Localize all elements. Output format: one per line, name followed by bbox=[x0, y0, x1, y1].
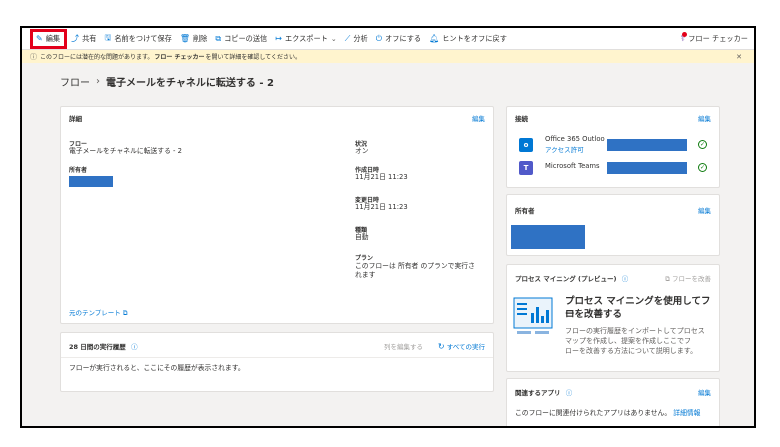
flow-checker-button[interactable]: ⚕ フロー チェッカー bbox=[680, 28, 748, 50]
analytics-button[interactable]: ⟋ 分析 bbox=[341, 28, 372, 50]
related-apps-text: このフローに関連付けられたアプリはありません。 詳細情報 bbox=[515, 409, 701, 417]
export-button[interactable]: ↦ エクスポート ⌄ bbox=[271, 28, 341, 50]
process-mining-illustration bbox=[513, 297, 553, 334]
check-icon: ✓ bbox=[698, 163, 707, 172]
modified-value: 11月21日 11:23 bbox=[355, 203, 408, 211]
process-mining-card: プロセス マイニング (プレビュー) ⓘ ⧉ フローを改善 プロセス マイニング… bbox=[506, 264, 720, 372]
external-link-icon: ⧉ bbox=[122, 309, 128, 317]
teams-icon: T bbox=[519, 161, 533, 175]
power-icon: ⏻ bbox=[375, 33, 383, 43]
owners-card: 所有者 編集 bbox=[506, 194, 720, 256]
divider bbox=[61, 357, 493, 358]
history-empty-text: フローが実行されると、ここにその履歴が表示されます。 bbox=[69, 364, 245, 372]
refresh-icon: ↻ bbox=[437, 342, 445, 351]
created-value: 11月21日 11:23 bbox=[355, 173, 408, 181]
owner-label: 所有者 bbox=[69, 167, 88, 174]
hints-off-button[interactable]: 🔔︎ ヒントをオフに戻す bbox=[425, 28, 511, 50]
delete-button[interactable]: 🗑 削除 bbox=[176, 28, 212, 50]
connection-name-outlook: Office 365 Outloo bbox=[545, 135, 605, 143]
improve-flow-button[interactable]: ⧉ フローを改善 bbox=[665, 273, 711, 284]
chart-icon: ⟋ bbox=[344, 33, 351, 43]
plan-label: プラン bbox=[355, 255, 374, 262]
share-button[interactable]: ⤴ 共有 bbox=[67, 28, 100, 50]
share-icon: ⤴ bbox=[71, 34, 80, 43]
details-title: 詳細 bbox=[69, 115, 82, 123]
turn-off-button[interactable]: ⏻ オフにする bbox=[372, 28, 425, 50]
save-as-icon: 🖫 bbox=[104, 32, 112, 42]
copy-icon: ⧉ bbox=[215, 33, 222, 43]
breadcrumb: フロー › 電子メールをチャネルに転送する - 2 bbox=[60, 74, 274, 89]
status-value: オン bbox=[355, 147, 369, 155]
check-icon: ✓ bbox=[698, 140, 707, 149]
trash-icon: 🗑 bbox=[179, 34, 190, 43]
owner-redacted bbox=[69, 176, 113, 187]
connection-account-redacted-2 bbox=[607, 162, 687, 174]
info-icon[interactable]: ⓘ bbox=[622, 275, 629, 283]
external-link-icon: ⧉ bbox=[665, 275, 670, 283]
chevron-right-icon: › bbox=[96, 76, 100, 87]
breadcrumb-root[interactable]: フロー bbox=[60, 74, 90, 89]
flow-value: 電子メールをチャネルに転送する - 2 bbox=[69, 147, 182, 155]
stethoscope-icon: ⚕ bbox=[680, 32, 688, 44]
plan-value-line2: れます bbox=[355, 271, 376, 279]
send-copy-button[interactable]: ⧉ コピーの送信 bbox=[211, 28, 271, 50]
related-apps-edit-link[interactable]: 編集 bbox=[698, 387, 711, 397]
export-icon: ↦ bbox=[275, 34, 282, 43]
history-title: 28 日間の実行履歴 ⓘ bbox=[69, 343, 138, 351]
type-value: 自動 bbox=[355, 233, 369, 241]
learn-more-link[interactable]: 詳細情報 bbox=[673, 409, 700, 417]
plan-value-line1: このフローは 所有者 のプランで実行さ bbox=[355, 262, 475, 270]
info-icon[interactable]: ⓘ bbox=[131, 343, 138, 351]
run-history-card: 28 日間の実行履歴 ⓘ 列を編集する ↻ すべての実行 フローが実行されると、… bbox=[60, 332, 494, 392]
details-card: 詳細 編集 フロー 電子メールをチャネルに転送する - 2 所有者 状況 オン … bbox=[60, 106, 494, 324]
close-icon[interactable]: ✕ bbox=[736, 53, 742, 61]
process-mining-heading-line2: ーを改善する bbox=[565, 309, 623, 320]
all-runs-button[interactable]: ↻ すべての実行 bbox=[438, 341, 485, 351]
edit-columns-button[interactable]: 列を編集する bbox=[384, 341, 423, 351]
save-as-button[interactable]: 🖫 名前をつけて保存 bbox=[100, 28, 175, 50]
connections-title: 接続 bbox=[515, 115, 528, 123]
owners-edit-link[interactable]: 編集 bbox=[698, 205, 711, 215]
alert-dot bbox=[682, 32, 688, 37]
related-apps-card: 関連するアプリ ⓘ 編集 このフローに関連付けられたアプリはありません。 詳細情… bbox=[506, 378, 720, 426]
info-icon: ⓘ bbox=[30, 52, 37, 61]
connections-edit-link[interactable]: 編集 bbox=[698, 113, 711, 123]
connection-account-redacted bbox=[607, 139, 687, 151]
details-edit-link[interactable]: 編集 bbox=[472, 113, 485, 123]
process-mining-desc-line3: ローを改善する方法について説明します。 bbox=[565, 347, 698, 355]
info-icon[interactable]: ⓘ bbox=[566, 389, 573, 397]
connections-card: 接続 編集 o Office 365 Outloo アクセス許可 ✓ T Mic… bbox=[506, 106, 720, 188]
owners-title: 所有者 bbox=[515, 207, 535, 215]
process-mining-title: プロセス マイニング (プレビュー) ⓘ bbox=[515, 275, 629, 283]
outlook-icon: o bbox=[519, 138, 533, 152]
pencil-icon: ✎ bbox=[36, 34, 43, 43]
connection-permission-link[interactable]: アクセス許可 bbox=[545, 144, 584, 154]
process-mining-desc-line1: フローの実行履歴をインポートしてプロセス bbox=[565, 327, 705, 335]
edit-button[interactable]: ✎ 編集 bbox=[30, 28, 68, 49]
command-bar: ✎ 編集 ⤴ 共有 🖫 名前をつけて保存 🗑 削除 ⧉ コピーの送信 ↦ エクス… bbox=[22, 28, 754, 50]
page-title: 電子メールをチャネルに転送する - 2 bbox=[106, 78, 274, 89]
warning-message-bar: ⓘ このフローには潜在的な問題があります。 フロー チェッカー を開いて詳細を確… bbox=[22, 50, 754, 63]
process-mining-desc-line2: マップを作成し、提案を作成しここでフ bbox=[565, 337, 691, 345]
app-frame: ✎ 編集 ⤴ 共有 🖫 名前をつけて保存 🗑 削除 ⧉ コピーの送信 ↦ エクス… bbox=[20, 26, 756, 428]
bell-icon: 🔔︎ bbox=[429, 34, 440, 43]
chevron-down-icon: ⌄ bbox=[330, 34, 337, 43]
connection-name-teams: Microsoft Teams bbox=[545, 162, 600, 170]
template-link[interactable]: 元のテンプレート ⧉ bbox=[69, 307, 128, 318]
owner-redacted-2 bbox=[511, 225, 585, 249]
related-apps-title: 関連するアプリ ⓘ bbox=[515, 389, 573, 397]
